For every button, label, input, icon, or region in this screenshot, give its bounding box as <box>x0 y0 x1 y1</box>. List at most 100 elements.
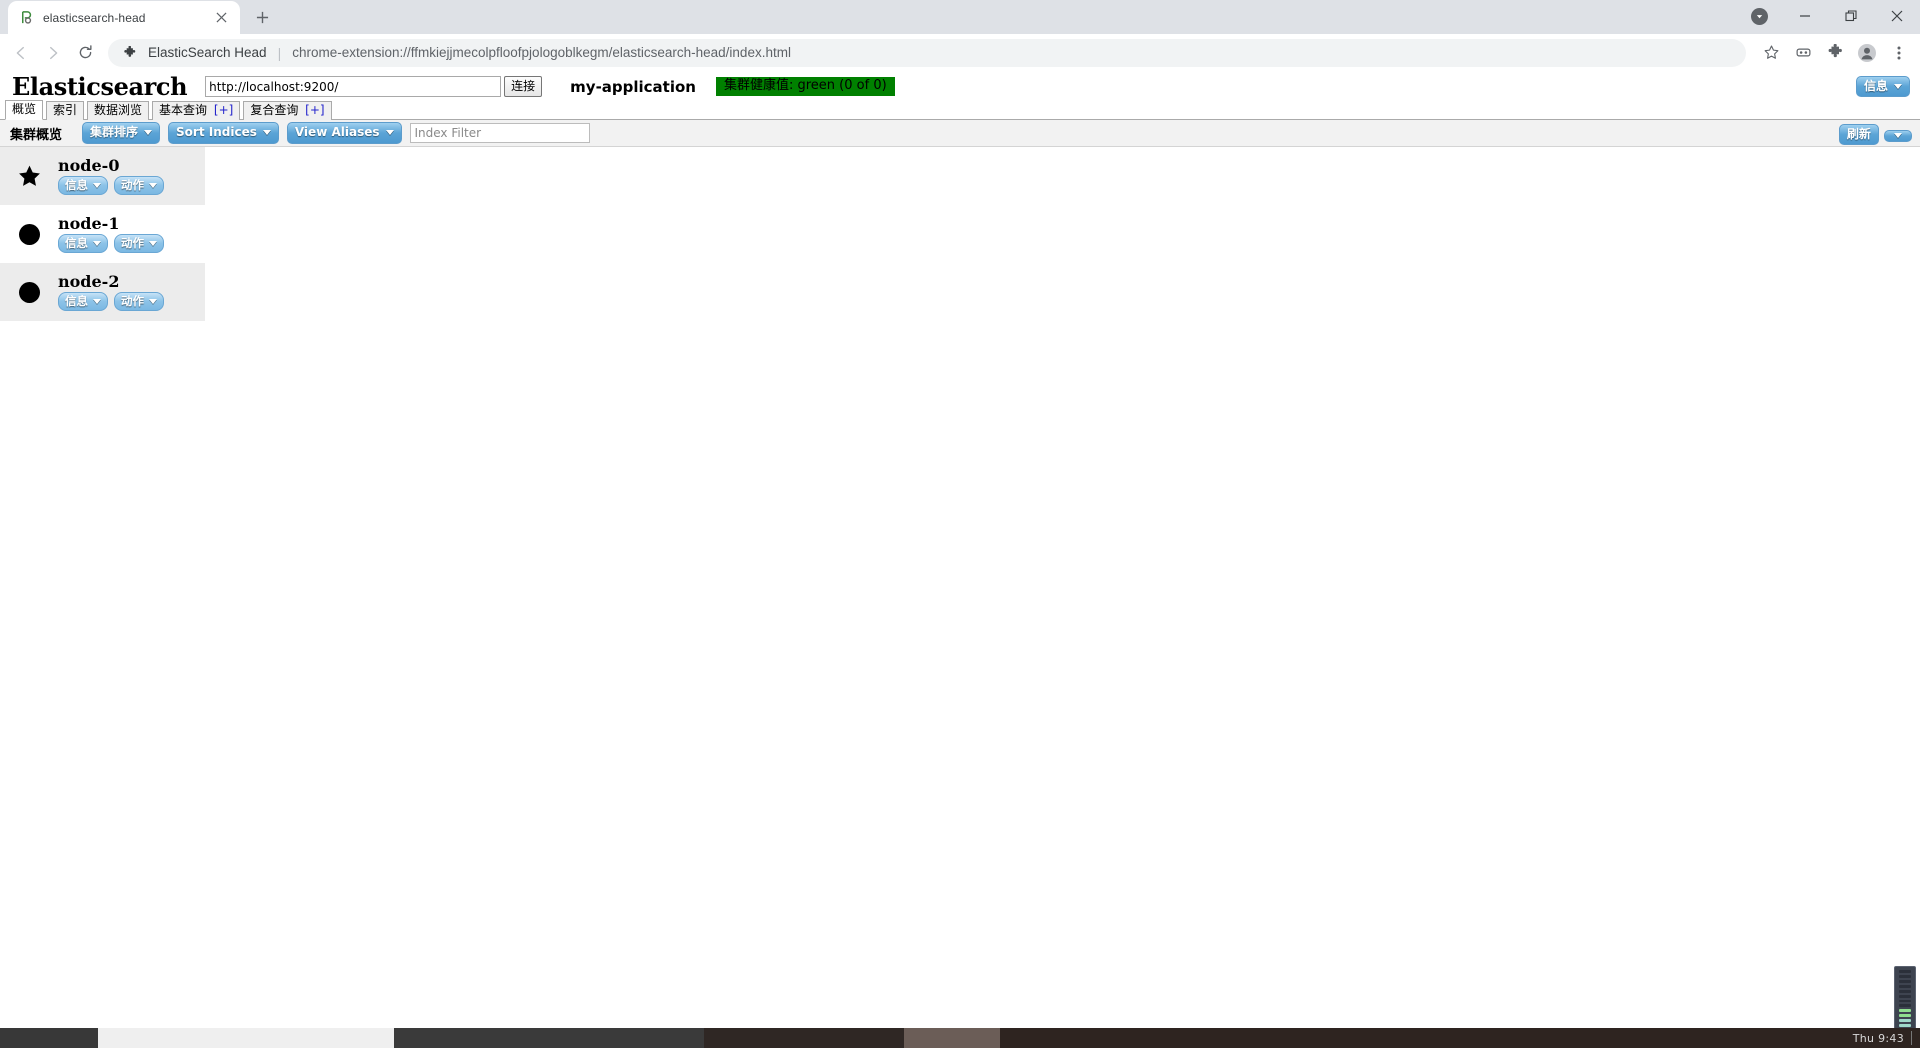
node-actions-button[interactable]: 动作 <box>114 234 164 254</box>
browser-tab-title: elasticsearch-head <box>43 10 146 25</box>
node-actions-label: 动作 <box>121 178 144 193</box>
cluster-health-badge: 集群健康值: green (0 of 0) <box>715 76 895 97</box>
tab-indices[interactable]: 索引 <box>46 101 85 120</box>
taskbar-segment <box>904 1028 1000 1048</box>
node-info-label: 信息 <box>65 178 88 193</box>
new-tab-button[interactable] <box>248 3 276 31</box>
tab-strip: elasticsearch-head <box>0 0 1920 34</box>
elasticsearch-head-favicon <box>18 10 34 26</box>
cluster-toolbar: 集群概览 集群排序 Sort Indices View Aliases 刷新 <box>0 120 1920 147</box>
node-row[interactable]: node-0 信息 动作 <box>0 147 205 205</box>
tab-indices-label: 索引 <box>53 103 78 117</box>
node-info-block: node-1 信息 动作 <box>58 214 164 254</box>
tab-overview[interactable]: 概览 <box>5 100 44 120</box>
node-row[interactable]: node-2 信息 动作 <box>0 263 205 321</box>
node-info-label: 信息 <box>65 294 88 309</box>
node-info-label: 信息 <box>65 236 88 251</box>
profile-avatar-icon[interactable] <box>1852 38 1882 68</box>
view-aliases-button[interactable]: View Aliases <box>286 122 402 144</box>
sort-indices-button[interactable]: Sort Indices <box>168 122 279 144</box>
tab-data-browser[interactable]: 数据浏览 <box>87 101 150 120</box>
sort-indices-label: Sort Indices <box>176 125 257 140</box>
node-info-button[interactable]: 信息 <box>58 292 108 312</box>
os-taskbar: Thu 9:43 <box>0 1028 1920 1048</box>
window-controls <box>1736 0 1920 32</box>
node-info-block: node-2 信息 动作 <box>58 271 164 312</box>
omnibox-separator: | <box>277 44 282 61</box>
taskbar-segment <box>704 1028 904 1048</box>
node-action-buttons: 信息 动作 <box>58 292 164 312</box>
taskbar-active-window-item[interactable] <box>98 1028 394 1048</box>
browser-toolbar: ElasticSearch Head | chrome-extension://… <box>0 34 1920 72</box>
node-row[interactable]: node-1 信息 动作 <box>0 205 205 263</box>
taskbar-clock: Thu 9:43 <box>1852 1031 1904 1045</box>
refresh-button[interactable]: 刷新 <box>1838 124 1879 146</box>
header-info-label: 信息 <box>1863 79 1888 93</box>
node-action-buttons: 信息 动作 <box>58 234 164 254</box>
cluster-overview-title: 集群概览 <box>10 127 63 143</box>
chevron-down-icon <box>149 182 157 188</box>
tab-composite-query[interactable]: 复合查询 [+] <box>243 101 332 120</box>
node-actions-button[interactable]: 动作 <box>114 292 164 312</box>
chrome-menu-kebab-icon[interactable] <box>1884 38 1914 68</box>
sort-cluster-button[interactable]: 集群排序 <box>82 122 161 144</box>
elasticsearch-head-app: Elasticsearch 连接 my-application 集群健康值: g… <box>0 72 1920 1048</box>
connect-button[interactable]: 连接 <box>504 76 543 97</box>
puzzle-piece-icon <box>122 45 138 61</box>
tab-overview-label: 概览 <box>12 102 37 116</box>
sort-cluster-label: 集群排序 <box>90 125 139 140</box>
chevron-down-icon <box>144 129 153 135</box>
tab-basic-query-plus: [+] <box>213 103 234 117</box>
bookmark-star-icon[interactable] <box>1756 38 1786 68</box>
chevron-down-icon <box>262 129 271 135</box>
index-filter-input[interactable] <box>409 123 590 143</box>
app-logo: Elasticsearch <box>12 72 188 101</box>
window-drag-region <box>276 0 1920 34</box>
minimize-icon[interactable] <box>1782 0 1828 32</box>
reading-list-icon[interactable] <box>1788 38 1818 68</box>
data-node-circle-icon <box>0 223 58 245</box>
view-aliases-label: View Aliases <box>294 125 380 140</box>
node-info-block: node-0 信息 动作 <box>58 155 164 196</box>
back-arrow-icon[interactable] <box>6 38 36 68</box>
app-header: Elasticsearch 连接 my-application 集群健康值: g… <box>0 72 1920 101</box>
node-name-label: node-2 <box>58 271 120 291</box>
chevron-down-icon <box>93 240 101 246</box>
chevron-down-icon <box>93 298 101 304</box>
reload-icon[interactable] <box>70 38 100 68</box>
maximize-restore-icon[interactable] <box>1828 0 1874 32</box>
chevron-down-icon <box>1894 83 1902 89</box>
cluster-name-label: my-application <box>570 77 696 96</box>
node-info-button[interactable]: 信息 <box>58 234 108 254</box>
omnibox-extension-name: ElasticSearch Head <box>148 45 267 60</box>
tab-composite-query-label: 复合查询 <box>250 103 299 117</box>
chevron-down-icon <box>1894 133 1902 138</box>
cluster-host-input[interactable] <box>205 76 502 97</box>
node-actions-button[interactable]: 动作 <box>114 176 164 196</box>
system-level-meter-widget <box>1894 966 1916 1036</box>
refresh-label: 刷新 <box>1846 127 1871 141</box>
tab-basic-query[interactable]: 基本查询 [+] <box>152 101 241 120</box>
node-name-label: node-0 <box>58 155 120 175</box>
cluster-node-list: node-0 信息 动作 node-1 信息 动作 node-2 信息 动作 <box>0 147 205 321</box>
close-icon[interactable] <box>212 9 230 27</box>
app-tab-bar: 概览 索引 数据浏览 基本查询 [+] 复合查询 [+] <box>0 100 1920 120</box>
address-bar[interactable]: ElasticSearch Head | chrome-extension://… <box>108 38 1746 67</box>
refresh-options-button[interactable] <box>1884 130 1912 142</box>
node-actions-label: 动作 <box>121 294 144 309</box>
window-close-icon[interactable] <box>1874 0 1920 32</box>
header-info-button-wrap: 信息 <box>1855 75 1910 98</box>
update-badge-icon[interactable] <box>1736 0 1782 32</box>
data-node-circle-icon <box>0 281 58 303</box>
extensions-puzzle-icon[interactable] <box>1820 38 1850 68</box>
tab-composite-query-plus: [+] <box>305 103 325 117</box>
forward-arrow-icon[interactable] <box>38 38 68 68</box>
chrome-browser-window: elasticsearch-head ElasticSearch Head | … <box>0 0 1920 1048</box>
header-info-button[interactable]: 信息 <box>1855 76 1910 98</box>
node-actions-label: 动作 <box>121 236 144 251</box>
browser-tab-elasticsearch-head[interactable]: elasticsearch-head <box>8 1 240 34</box>
chevron-down-icon <box>93 182 101 188</box>
taskbar-segment <box>1000 1028 1920 1048</box>
node-info-button[interactable]: 信息 <box>58 176 108 196</box>
taskbar-divider <box>1911 1031 1912 1045</box>
